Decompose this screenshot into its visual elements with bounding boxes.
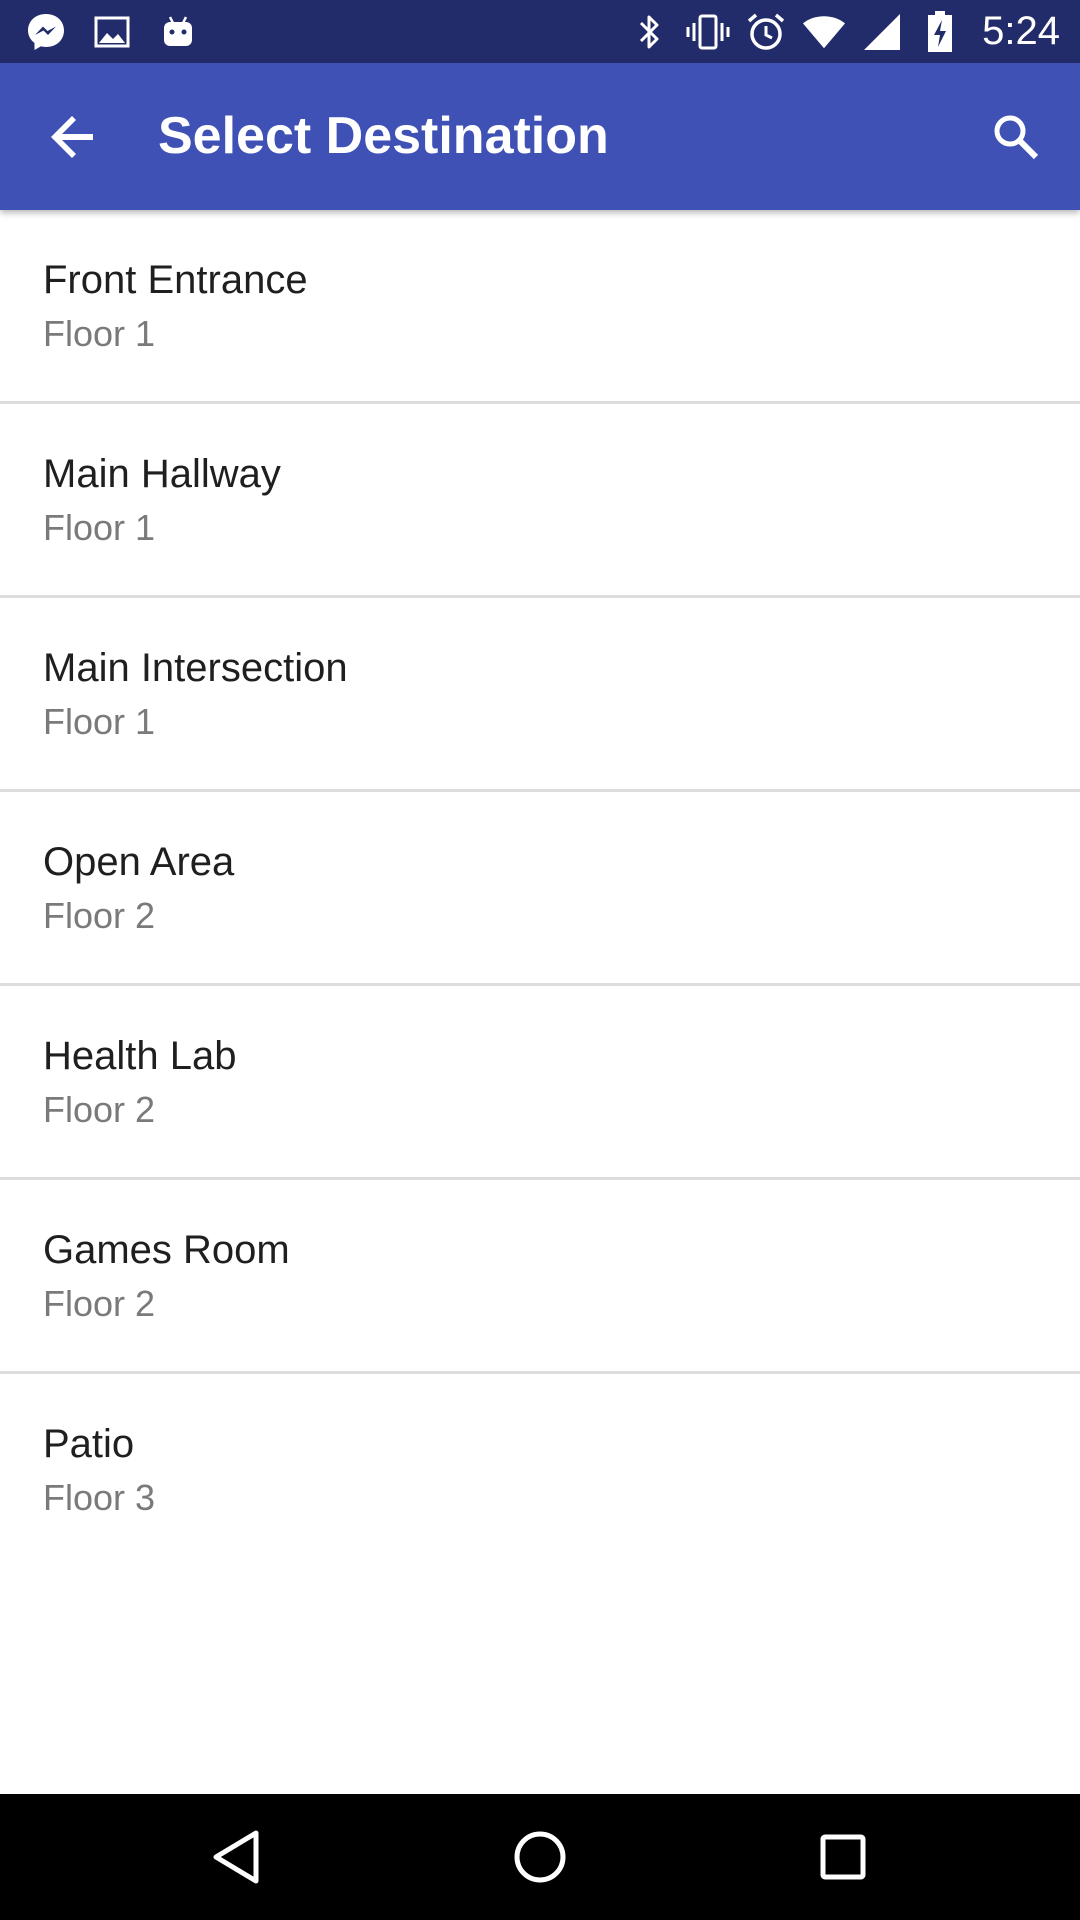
nav-home-button[interactable] <box>500 1817 580 1897</box>
list-item-games-room[interactable]: Games Room Floor 2 <box>0 1180 1080 1374</box>
battery-icon <box>918 10 962 54</box>
destination-name: Patio <box>43 1422 135 1466</box>
destination-floor: Floor 3 <box>43 1477 156 1518</box>
destination-name: Open Area <box>43 840 235 884</box>
android-icon <box>156 10 200 54</box>
destination-floor: Floor 2 <box>43 895 156 936</box>
status-bar: 5:24 <box>0 0 1080 63</box>
destination-floor: Floor 2 <box>43 1283 156 1324</box>
list-item-open-area[interactable]: Open Area Floor 2 <box>0 792 1080 986</box>
destination-floor: Floor 1 <box>43 507 156 548</box>
destination-name: Health Lab <box>43 1034 237 1078</box>
destination-name: Main Hallway <box>43 452 281 496</box>
nav-back-button[interactable] <box>196 1817 276 1897</box>
list-item-front-entrance[interactable]: Front Entrance Floor 1 <box>0 210 1080 404</box>
status-right-icons: 5:24 <box>628 0 1060 63</box>
wifi-icon <box>802 10 846 54</box>
messenger-icon <box>24 10 68 54</box>
destination-name: Main Intersection <box>43 646 348 690</box>
image-icon <box>90 10 134 54</box>
home-circle-icon <box>514 1831 566 1883</box>
nav-recents-button[interactable] <box>803 1817 883 1897</box>
status-left-icons <box>24 0 200 63</box>
destination-name: Front Entrance <box>43 258 308 302</box>
destination-floor: Floor 1 <box>43 313 156 354</box>
destination-name: Games Room <box>43 1228 290 1272</box>
search-button[interactable] <box>986 107 1046 167</box>
page-title: Select Destination <box>158 107 609 165</box>
app-bar: Select Destination <box>0 63 1080 210</box>
status-time: 5:24 <box>982 9 1060 53</box>
back-triangle-icon <box>213 1830 259 1884</box>
vibrate-icon <box>686 10 730 54</box>
destination-floor: Floor 1 <box>43 701 156 742</box>
signal-icon <box>860 10 904 54</box>
alarm-icon <box>744 10 788 54</box>
destination-list: Front Entrance Floor 1 Main Hallway Floo… <box>0 210 1080 1568</box>
list-item-main-intersection[interactable]: Main Intersection Floor 1 <box>0 598 1080 792</box>
list-item-patio[interactable]: Patio Floor 3 <box>0 1374 1080 1568</box>
recents-square-icon <box>820 1834 866 1880</box>
navigation-bar <box>0 1794 1080 1920</box>
list-item-main-hallway[interactable]: Main Hallway Floor 1 <box>0 404 1080 598</box>
arrow-back-icon <box>51 116 93 158</box>
destination-floor: Floor 2 <box>43 1089 156 1130</box>
back-button[interactable] <box>44 107 104 167</box>
bluetooth-icon <box>628 10 672 54</box>
search-icon <box>994 115 1039 160</box>
list-item-health-lab[interactable]: Health Lab Floor 2 <box>0 986 1080 1180</box>
